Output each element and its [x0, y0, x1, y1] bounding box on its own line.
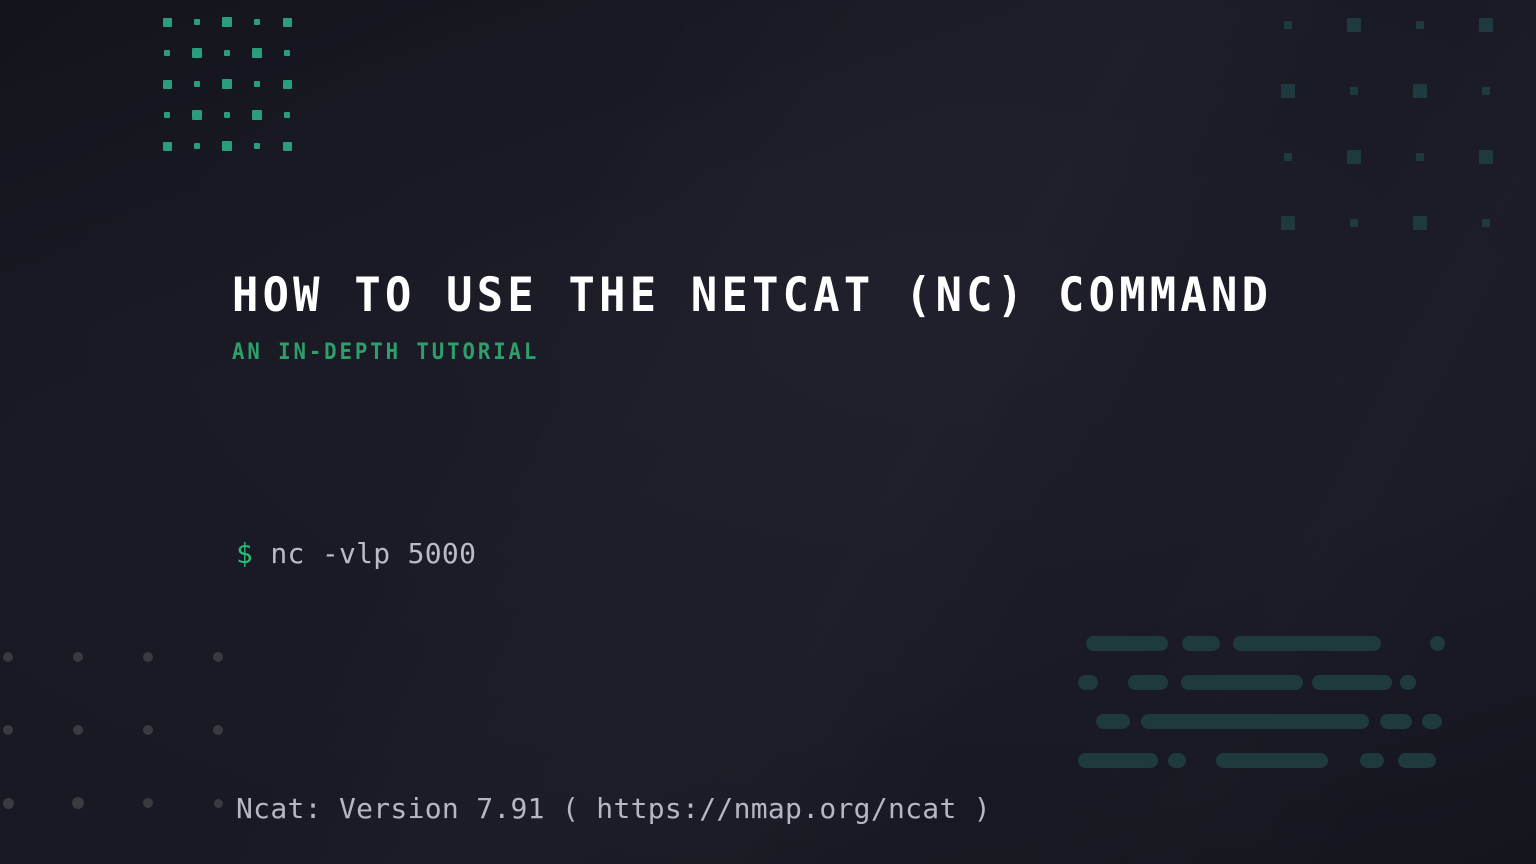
decorative-code-token-bar	[1078, 753, 1158, 768]
bottom-left-circle	[213, 725, 223, 735]
decorative-code-token-bar	[1086, 636, 1168, 651]
decorative-code-token-bar	[1182, 636, 1220, 651]
bottom-left-circle	[143, 798, 153, 808]
decorative-code-token-bar	[1312, 675, 1392, 690]
decorative-code-token-bar	[1141, 714, 1369, 729]
decorative-code-token-bar	[1360, 753, 1384, 768]
bottom-left-circle	[73, 652, 83, 662]
terminal-output-line: Ncat: Version 7.91 ( https://nmap.org/nc…	[236, 791, 991, 825]
decorative-code-token-bar	[1380, 714, 1412, 729]
bottom-left-circle	[213, 652, 223, 662]
decorative-code-token-bar	[1078, 675, 1098, 690]
decorative-code-token-bar	[1430, 636, 1445, 651]
terminal-command-line: $ nc -vlp 5000	[236, 533, 991, 576]
decorative-code-token-bar	[1096, 714, 1130, 729]
terminal-command: nc -vlp 5000	[270, 537, 477, 570]
bottom-left-circle	[72, 797, 84, 809]
decorative-code-token-bar	[1181, 675, 1303, 690]
terminal-output-block: $ nc -vlp 5000 Ncat: Version 7.91 ( http…	[236, 448, 991, 864]
decorative-code-token-bar	[1216, 753, 1328, 768]
decorative-code-token-bar	[1422, 714, 1442, 729]
slide-canvas: HOW TO USE THE NETCAT (NC) COMMAND AN IN…	[0, 0, 1536, 864]
bottom-left-circle	[213, 798, 223, 808]
page-subtitle: AN IN-DEPTH TUTORIAL	[232, 340, 540, 365]
bottom-left-circle	[143, 725, 153, 735]
bottom-left-circle	[3, 725, 13, 735]
prompt-symbol: $	[236, 537, 254, 570]
bottom-left-circle	[143, 652, 153, 662]
bottom-left-circle	[2, 797, 14, 809]
decorative-code-token-bar	[1233, 636, 1381, 651]
decorative-code-token-bar	[1398, 753, 1436, 768]
headline-block: HOW TO USE THE NETCAT (NC) COMMAND AN IN…	[232, 272, 1352, 365]
decorative-code-token-bar	[1168, 753, 1186, 768]
bottom-left-circle	[73, 725, 83, 735]
bottom-left-circle	[3, 652, 13, 662]
page-title: HOW TO USE THE NETCAT (NC) COMMAND	[232, 268, 1273, 323]
decorative-code-token-bar	[1128, 675, 1168, 690]
decorative-code-token-bar	[1400, 675, 1416, 690]
